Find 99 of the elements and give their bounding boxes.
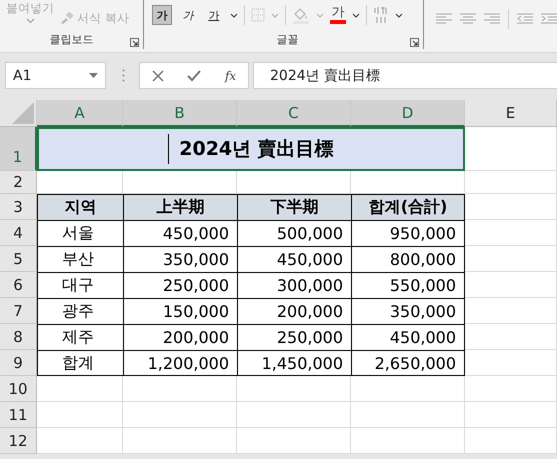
italic-button[interactable]: 가 [178,5,198,25]
sheet-cell[interactable] [237,376,351,402]
table-cell: 합계 [37,350,123,376]
table-cell: 950,000 [351,220,465,246]
row-header[interactable]: 4 [0,220,37,246]
dialog-launcher-icon[interactable] [130,38,139,47]
table-cell: 下半期 [237,194,351,220]
sheet-cell[interactable] [465,402,557,428]
row-header[interactable]: 12 [0,428,37,454]
sheet-cell[interactable] [465,428,557,454]
font-color-button[interactable]: 가 [330,6,346,24]
table-cell: 550,000 [351,272,465,298]
bold-button[interactable]: 가 [152,5,172,25]
column-header[interactable]: A [37,100,123,127]
table-cell: 350,000 [351,298,465,324]
checkmark-icon[interactable] [187,70,202,82]
table-cell: 450,000 [351,324,465,350]
caret-icon[interactable] [394,12,403,18]
sheet-cell[interactable] [465,127,557,171]
sheet-cell[interactable] [123,376,237,402]
sheet-cell[interactable] [351,376,465,402]
caret-icon [89,73,98,78]
sheet-cell[interactable] [123,428,237,454]
align-left-icon[interactable] [436,13,452,25]
column-header[interactable]: C [237,100,351,127]
table-cell: 1,200,000 [123,350,237,376]
row-header[interactable]: 7 [0,298,37,324]
row-header[interactable]: 5 [0,246,37,272]
select-all-icon[interactable] [12,102,34,124]
sheet-cell[interactable] [465,376,557,402]
sheet-cell[interactable] [465,246,557,272]
row-header[interactable]: 3 [0,194,37,220]
caret-icon[interactable] [352,12,360,18]
table-cell: 450,000 [123,220,237,246]
sheet-cell[interactable] [123,402,237,428]
title-cell[interactable]: 2024년 賣出目標 [37,127,465,171]
sheet-cell[interactable] [351,428,465,454]
row-header[interactable]: 11 [0,402,37,428]
table-cell: 지역 [37,194,123,220]
sheet-cell[interactable] [37,376,123,402]
align-center-icon[interactable] [460,13,476,25]
border-icon[interactable] [250,8,265,22]
group-label: 클립보드 [49,32,94,47]
table-cell: 200,000 [123,324,237,350]
column-header[interactable]: D [351,100,465,127]
table-cell: 1,450,000 [237,350,351,376]
row-header[interactable]: 10 [0,376,37,402]
sheet-cell[interactable] [37,402,123,428]
sheet-cell[interactable] [465,171,557,194]
table-cell: 250,000 [123,272,237,298]
table-cell: 800,000 [351,246,465,272]
table-cell: 250,000 [237,324,351,350]
row-header[interactable]: 9 [0,350,37,376]
sheet-cell[interactable] [37,428,123,454]
increase-indent-icon[interactable] [541,13,557,25]
name-box[interactable]: A1 [5,62,106,89]
caret-icon[interactable] [230,12,238,18]
table-cell: 서울 [37,220,123,246]
table-cell: 350,000 [123,246,237,272]
sheet-cell[interactable] [465,350,557,376]
dialog-launcher-icon[interactable] [410,38,419,47]
insert-function-button[interactable]: fx [224,68,236,82]
group-label: 글꼴 [276,32,298,47]
fill-bucket-icon[interactable] [292,6,310,24]
row-header[interactable]: 2 [0,171,37,194]
row-header[interactable]: 8 [0,324,37,350]
table-cell: 300,000 [237,272,351,298]
row-header[interactable]: 1 [0,127,37,171]
sheet-cell[interactable] [465,298,557,324]
formula-input[interactable]: 2024년 賣出目標 [253,62,557,89]
sheet-cell[interactable] [351,402,465,428]
text-direction-icon[interactable] [372,6,389,24]
table-cell: 450,000 [237,246,351,272]
column-header[interactable]: B [123,100,237,127]
table-cell: 제주 [37,324,123,350]
table-cell: 부산 [37,246,123,272]
sheet-cell[interactable] [237,402,351,428]
brush-icon [60,12,74,24]
align-right-icon[interactable] [484,13,500,25]
table-cell: 합계(合計) [351,194,465,220]
decrease-indent-icon[interactable] [517,13,533,25]
table-cell: 500,000 [237,220,351,246]
table-cell: 150,000 [123,298,237,324]
column-header[interactable]: E [465,100,557,127]
table-cell: 광주 [37,298,123,324]
text-cursor [168,134,170,164]
table-cell: 上半期 [123,194,237,220]
table-cell: 대구 [37,272,123,298]
sheet-cell[interactable] [465,324,557,350]
sheet-cell[interactable] [237,428,351,454]
cancel-icon[interactable] [152,70,164,82]
drag-handle-icon[interactable] [122,69,125,82]
sheet-cell[interactable] [465,220,557,246]
row-header[interactable]: 6 [0,272,37,298]
underline-button[interactable]: 가 [204,5,224,25]
sheet-cell[interactable] [465,272,557,298]
table-cell: 2,650,000 [351,350,465,376]
sheet-cell[interactable] [465,194,557,220]
table-cell: 200,000 [237,298,351,324]
